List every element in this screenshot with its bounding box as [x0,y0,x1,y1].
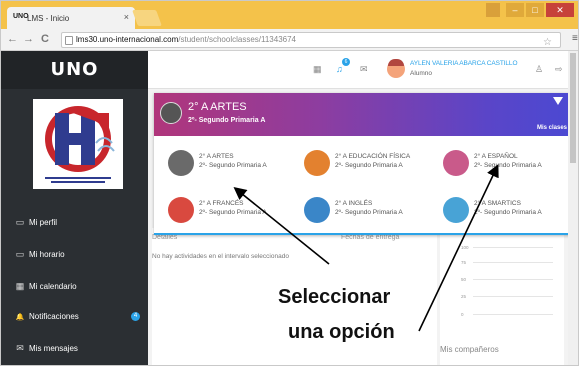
annotation-arrow-left [233,186,330,265]
annotation-text-line1: Seleccionar [278,286,391,308]
browser-window: UNO LMS - Inicio × – □ ✕ ← → C lms30.uno… [0,0,579,366]
annotation-arrows [233,164,499,332]
annotation-text-line2: una opción [288,321,395,343]
annotation-arrow-right [418,164,499,332]
